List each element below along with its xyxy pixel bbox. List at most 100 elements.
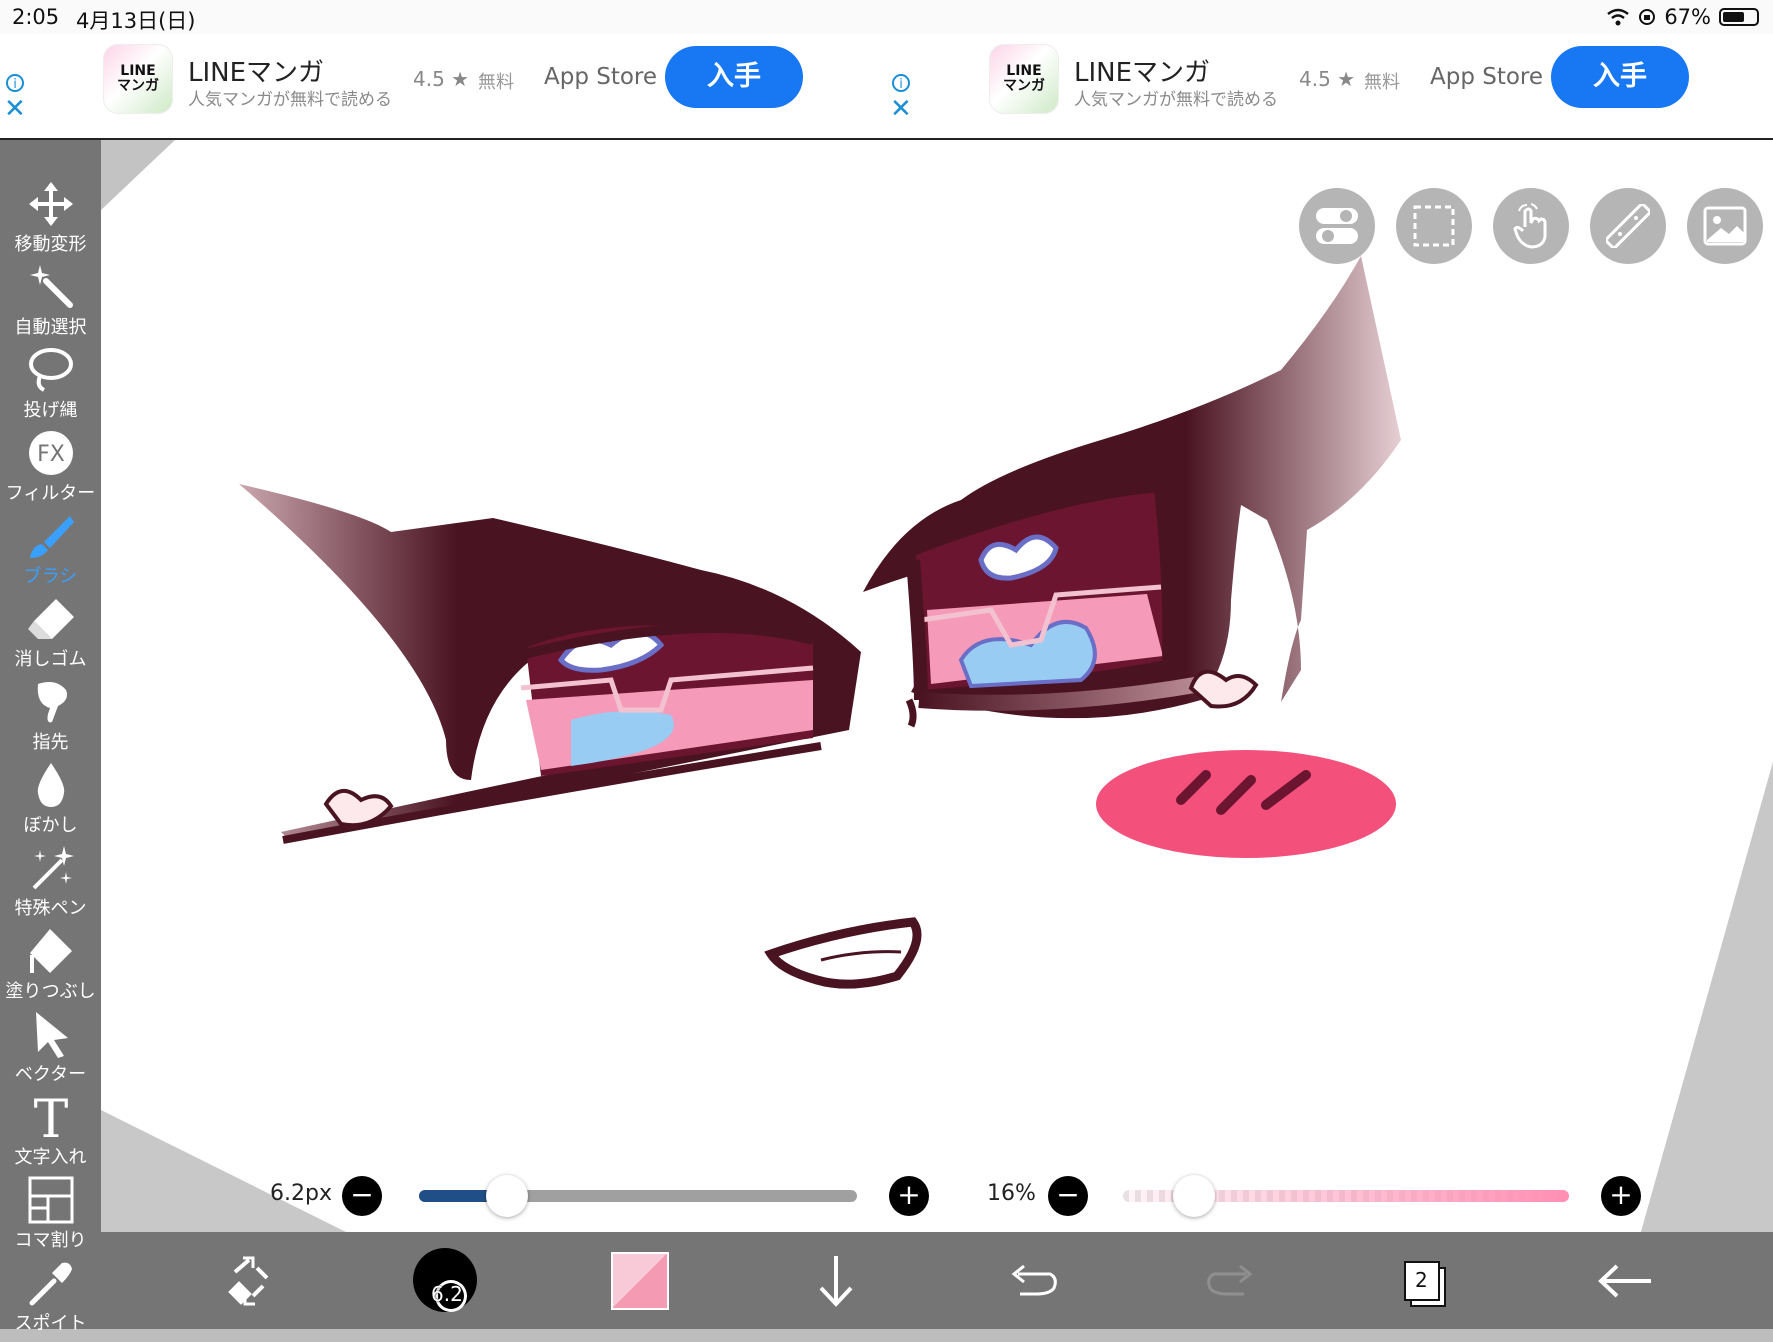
color-swatch-button[interactable] — [611, 1252, 669, 1310]
slider-handle[interactable] — [485, 1175, 528, 1217]
panel-frame-icon — [28, 1176, 74, 1224]
tool-lasso[interactable]: 投げ縄 — [0, 346, 101, 429]
undo-icon — [1011, 1264, 1057, 1296]
battery-percent: 67% — [1664, 5, 1711, 29]
brush-size-slider[interactable] — [419, 1175, 857, 1217]
ad-store: App Store — [544, 64, 658, 90]
tool-frame[interactable]: コマ割り — [0, 1176, 101, 1259]
redo-button[interactable] — [1196, 1246, 1266, 1316]
tool-fill[interactable]: 塗りつぶし — [0, 927, 101, 1010]
opacity-slider[interactable] — [1123, 1175, 1569, 1217]
touch-gesture-button[interactable] — [1493, 188, 1569, 264]
minus-icon: − — [1056, 1178, 1080, 1211]
tool-blur[interactable]: ぼかし — [0, 761, 101, 844]
svg-text:FX: FX — [37, 442, 65, 467]
tool-eraser[interactable]: 消しゴム — [0, 595, 101, 678]
tool-label: コマ割り — [14, 1230, 87, 1251]
ad-get-button[interactable]: 入手 — [665, 46, 803, 108]
ad-info-icon[interactable]: i — [892, 74, 910, 92]
back-button[interactable] — [1591, 1246, 1661, 1316]
ad-app-subtitle: 人気マンガが無料で読める — [188, 90, 392, 110]
smudge-finger-icon — [37, 682, 67, 723]
plus-icon: + — [1609, 1178, 1633, 1211]
lasso-icon — [29, 348, 73, 392]
tool-label: 移動変形 — [14, 234, 87, 255]
app-logo-icon: LINE マンガ — [989, 44, 1059, 114]
ad-price: 無料 — [478, 72, 514, 93]
bucket-fill-icon — [30, 929, 72, 973]
text-t-icon: T — [34, 1093, 69, 1141]
svg-text:T: T — [34, 1093, 69, 1141]
toggle-switch-icon — [1316, 208, 1358, 244]
eyedropper-icon — [29, 1262, 72, 1306]
ad-app-subtitle: 人気マンガが無料で読める — [1074, 90, 1278, 110]
layer-merge-down-button[interactable] — [801, 1246, 871, 1316]
minus-icon: − — [350, 1178, 374, 1211]
ad-app-name: LINEマンガ — [188, 58, 325, 88]
brush-size-value: 6.2px — [270, 1181, 332, 1206]
tool-label: 特殊ペン — [14, 898, 87, 919]
orientation-lock-icon — [1639, 9, 1656, 25]
ad-info-icon[interactable]: i — [6, 74, 24, 92]
tool-sidebar: 移動変形 自動選択 投げ縄 FX フィルター ブラシ 消しゴム 指先 ぼかし 特… — [0, 140, 101, 1334]
tool-filter[interactable]: FX フィルター — [0, 429, 101, 512]
cheek-blush — [1096, 750, 1396, 858]
tool-label: 自動選択 — [14, 317, 87, 338]
tool-specialpen[interactable]: 特殊ペン — [0, 844, 101, 927]
status-date: 4月13日(日) — [76, 9, 196, 33]
opacity-increase-button[interactable]: + — [1601, 1176, 1641, 1216]
tool-vector[interactable]: ベクター — [0, 1010, 101, 1093]
ruler-icon — [1606, 204, 1650, 248]
brush-size-badge: 6.2 — [431, 1282, 463, 1306]
image-icon — [1703, 206, 1747, 246]
selection-button[interactable] — [1396, 188, 1472, 264]
artwork — [101, 140, 1773, 1232]
tool-label: ぼかし — [23, 815, 78, 836]
eraser-icon — [28, 599, 74, 639]
brush-size-increase-button[interactable]: + — [889, 1176, 929, 1216]
sparkle-pen-icon — [32, 846, 74, 890]
transform-button[interactable] — [213, 1246, 283, 1316]
tool-label: 指先 — [32, 732, 69, 753]
ad-item[interactable]: i ✕ LINE マンガ LINEマンガ 人気マンガが無料で読める 4.5 ★ … — [0, 34, 886, 138]
ad-app-name: LINEマンガ — [1074, 58, 1211, 88]
status-time: 2:05 — [12, 5, 60, 29]
ad-get-button[interactable]: 入手 — [1551, 46, 1689, 108]
ad-store: App Store — [1430, 64, 1544, 90]
ad-close-icon[interactable]: ✕ — [4, 96, 26, 122]
tool-label: 塗りつぶし — [5, 981, 96, 1002]
layers-button[interactable]: 2 — [1391, 1246, 1461, 1316]
status-bar: 2:05 4月13日(日) 67% — [0, 0, 1773, 34]
fx-icon: FX — [29, 431, 73, 475]
brush-size-decrease-button[interactable]: − — [342, 1176, 382, 1216]
move-arrows-icon — [29, 182, 73, 226]
ad-rating: 4.5 ★ — [1299, 67, 1356, 91]
undo-button[interactable] — [998, 1246, 1068, 1316]
ruler-button[interactable] — [1590, 188, 1666, 264]
hand-touch-icon — [1513, 203, 1547, 249]
ad-item[interactable]: i ✕ LINE マンガ LINEマンガ 人気マンガが無料で読める 4.5 ★ … — [886, 34, 1772, 138]
tool-move[interactable]: 移動変形 — [0, 180, 101, 263]
down-arrow-icon — [819, 1256, 853, 1307]
opacity-decrease-button[interactable]: − — [1048, 1176, 1088, 1216]
drawing-canvas[interactable]: 6.2px − + 16% − + — [101, 140, 1773, 1232]
tool-label: フィルター — [5, 483, 96, 504]
reference-image-button[interactable] — [1687, 188, 1763, 264]
tool-brush[interactable]: ブラシ — [0, 512, 101, 595]
ad-close-icon[interactable]: ✕ — [890, 96, 912, 122]
magic-wand-icon — [30, 265, 73, 308]
tool-finger[interactable]: 指先 — [0, 678, 101, 761]
battery-icon — [1719, 8, 1759, 26]
toggle-settings-button[interactable] — [1299, 188, 1375, 264]
tool-eyedropper[interactable]: スポイト — [0, 1259, 101, 1342]
brush-icon — [30, 516, 74, 558]
tool-text[interactable]: T 文字入れ — [0, 1093, 101, 1176]
brush-settings-button[interactable]: 6.2 — [411, 1246, 483, 1316]
app-logo-icon: LINE マンガ — [103, 44, 173, 114]
ad-banner: i ✕ LINE マンガ LINEマンガ 人気マンガが無料で読める 4.5 ★ … — [0, 34, 1773, 140]
tool-label: スポイト — [14, 1313, 87, 1334]
tool-label: ブラシ — [23, 566, 78, 587]
selection-rect-icon — [1413, 205, 1455, 247]
tool-autoselect[interactable]: 自動選択 — [0, 263, 101, 346]
plus-icon: + — [897, 1178, 921, 1211]
